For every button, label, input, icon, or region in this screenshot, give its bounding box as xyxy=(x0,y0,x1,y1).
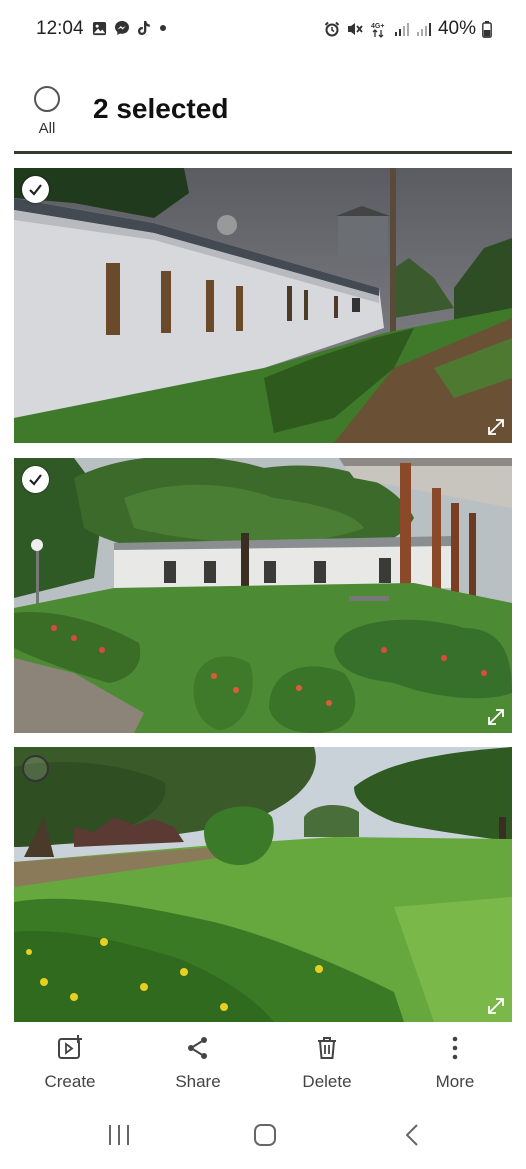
signal-icon xyxy=(416,23,431,36)
photo-select-checkbox[interactable] xyxy=(22,755,49,782)
battery-percent: 40% xyxy=(437,18,476,39)
photo-item[interactable] xyxy=(14,168,512,443)
tiktok-icon xyxy=(138,21,150,35)
expand-icon[interactable] xyxy=(486,417,506,437)
system-navigation-bar xyxy=(0,1110,526,1169)
trash-icon xyxy=(318,1037,336,1059)
selected-count-title: 2 selected xyxy=(93,93,229,124)
network-4g-icon: 4G+ xyxy=(371,23,384,38)
selection-header: All 2 selected xyxy=(0,80,526,152)
delete-label: Delete xyxy=(302,1072,352,1091)
photo-item[interactable] xyxy=(14,458,512,733)
photo-select-checkbox[interactable] xyxy=(22,466,49,493)
create-video-icon xyxy=(58,1035,82,1059)
lawn-photo xyxy=(14,747,512,1022)
create-button[interactable]: Create xyxy=(6,1030,134,1092)
status-time: 12:04 xyxy=(36,18,84,39)
delete-button[interactable]: Delete xyxy=(263,1030,391,1092)
recents-button[interactable] xyxy=(104,1122,134,1148)
back-button[interactable] xyxy=(397,1122,427,1148)
status-bar: 12:04 4G+ 40% xyxy=(0,0,526,60)
share-button[interactable]: Share xyxy=(134,1030,262,1092)
create-label: Create xyxy=(44,1072,96,1091)
header-divider xyxy=(14,151,512,154)
home-button[interactable] xyxy=(250,1122,280,1148)
mute-icon xyxy=(347,23,363,35)
select-all-label: All xyxy=(38,120,56,137)
gallery-icon xyxy=(92,21,107,35)
select-all-checkbox[interactable] xyxy=(34,86,60,112)
messenger-icon xyxy=(115,21,129,35)
expand-icon[interactable] xyxy=(486,996,506,1016)
white-building-photo xyxy=(14,168,512,443)
svg-text:4G+: 4G+ xyxy=(371,23,384,30)
garden-tree-photo xyxy=(14,458,512,733)
select-all-button[interactable]: All xyxy=(30,86,64,137)
share-icon xyxy=(188,1037,207,1059)
alarm-icon xyxy=(324,21,340,37)
expand-icon[interactable] xyxy=(486,707,506,727)
more-label: More xyxy=(435,1072,475,1091)
dot-icon xyxy=(160,25,166,31)
more-button[interactable]: More xyxy=(391,1030,519,1092)
more-vertical-icon xyxy=(452,1036,458,1060)
signal-icon xyxy=(394,23,409,36)
share-label: Share xyxy=(175,1072,221,1091)
photo-select-checkbox[interactable] xyxy=(22,176,49,203)
battery-icon xyxy=(482,20,492,38)
action-bar: Create Share Delete More xyxy=(0,1030,526,1100)
photo-item[interactable] xyxy=(14,747,512,1022)
